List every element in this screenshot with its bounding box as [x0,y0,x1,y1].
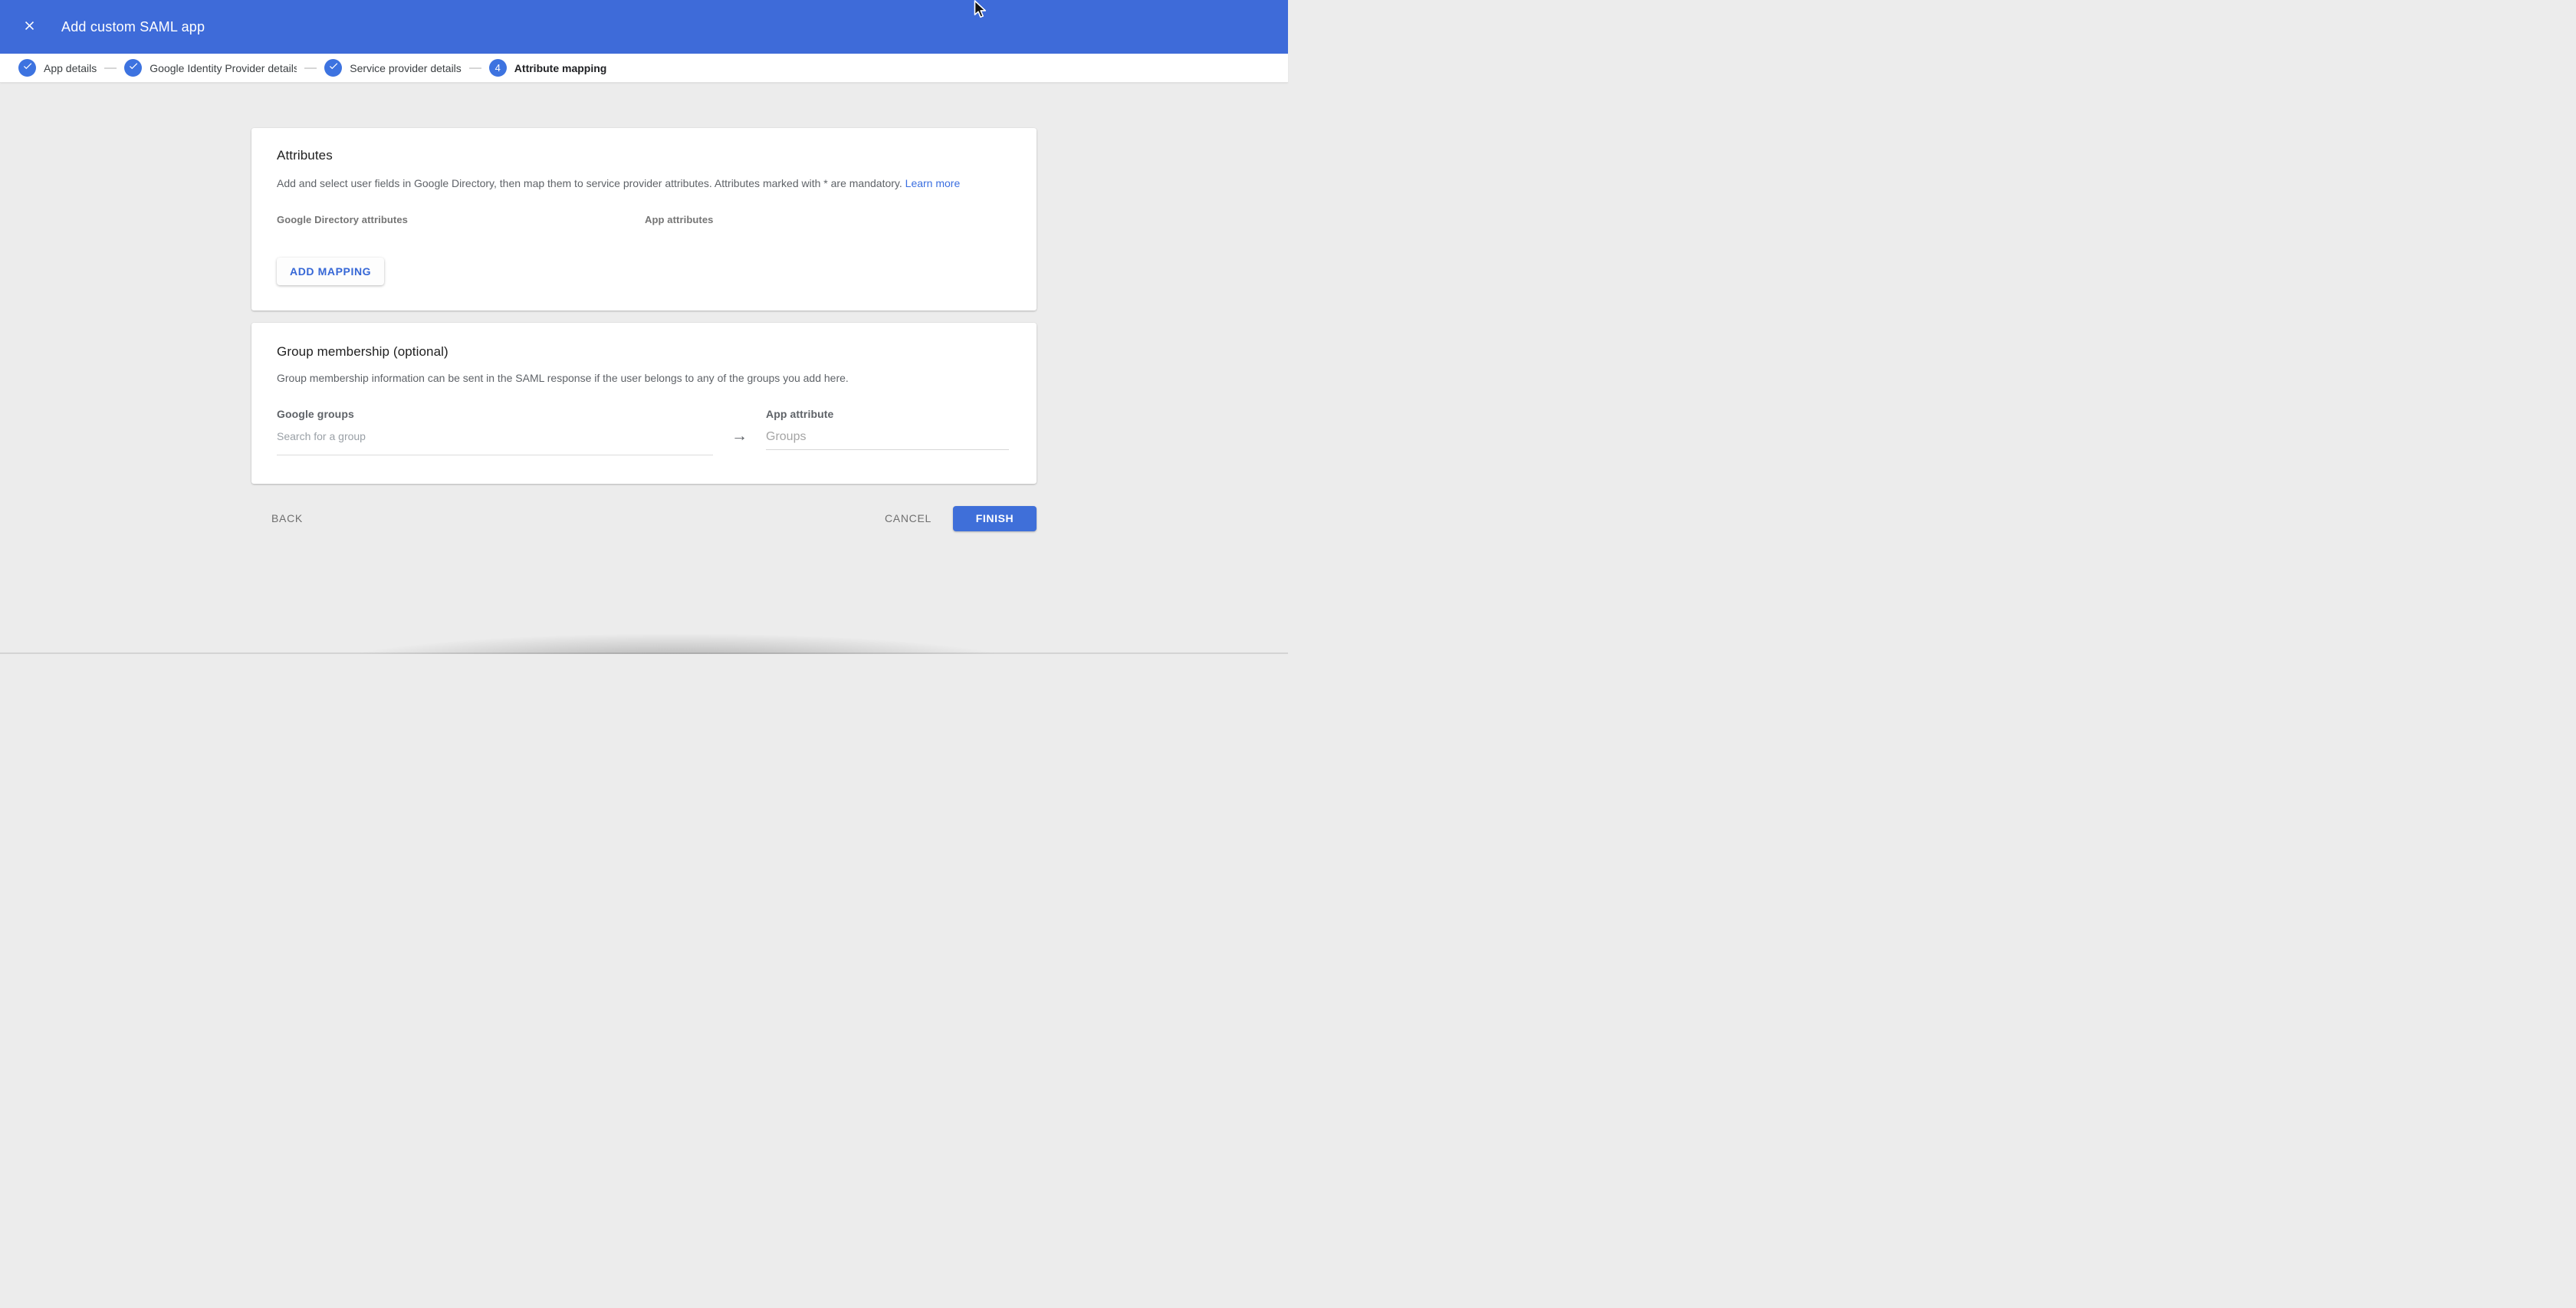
learn-more-link[interactable]: Learn more [905,177,961,189]
bottom-edge-line [0,652,1288,654]
step-3-label: Service provider details [350,62,462,74]
google-directory-attributes-header: Google Directory attributes [277,214,645,225]
step-attribute-mapping[interactable]: 4 Attribute mapping [489,59,607,77]
step-3-circle [324,59,342,77]
group-membership-card: Group membership (optional) Group member… [251,323,1037,484]
add-mapping-button[interactable]: ADD MAPPING [277,258,384,285]
step-4-label: Attribute mapping [514,62,607,74]
cancel-button[interactable]: CANCEL [883,506,933,531]
step-connector [304,67,317,69]
app-attribute-label: App attribute [766,408,833,420]
attributes-description-text: Add and select user fields in Google Dir… [277,177,902,189]
check-icon [22,61,33,75]
group-search-input[interactable] [277,426,713,455]
app-attributes-header: App attributes [645,214,714,225]
step-4-number: 4 [495,62,501,74]
dialog-header: Add custom SAML app [0,0,1288,54]
attributes-card-title: Attributes [277,148,1011,163]
close-button[interactable] [15,13,43,41]
group-card-description: Group membership information can be sent… [277,370,1011,386]
back-button[interactable]: BACK [270,506,304,531]
group-field-labels: Google groups App attribute [277,408,1011,420]
attributes-card: Attributes Add and select user fields in… [251,128,1037,311]
step-2-circle [124,59,142,77]
step-1-label: App details [44,62,97,74]
group-card-title: Group membership (optional) [277,344,1011,360]
app-attribute-groups-input[interactable] [766,426,1009,450]
check-icon [328,61,339,75]
attributes-card-description: Add and select user fields in Google Dir… [277,176,1011,191]
step-4-circle: 4 [489,59,507,77]
stepper: App details Google Identity Provider det… [0,54,1288,83]
wizard-footer: BACK CANCEL FINISH [251,505,1037,531]
step-connector [104,67,117,69]
step-google-idp-details[interactable]: Google Identity Provider details [124,59,297,77]
group-field-row: → [277,426,1011,455]
step-service-provider-details[interactable]: Service provider details [324,59,462,77]
step-2-label: Google Identity Provider details [150,62,297,74]
attribute-column-headers: Google Directory attributes App attribut… [277,214,1011,225]
step-app-details[interactable]: App details [18,59,97,77]
check-icon [128,61,139,75]
google-groups-label: Google groups [277,408,766,420]
step-connector [469,67,481,69]
dialog-title: Add custom SAML app [61,19,205,35]
right-arrow-icon: → [731,428,748,444]
bottom-window-shadow [234,619,1119,654]
step-1-circle [18,59,36,77]
mapping-arrow-wrap: → [713,426,766,444]
close-icon [22,18,37,35]
finish-button[interactable]: FINISH [953,506,1037,531]
content: Attributes Add and select user fields in… [0,83,1288,531]
